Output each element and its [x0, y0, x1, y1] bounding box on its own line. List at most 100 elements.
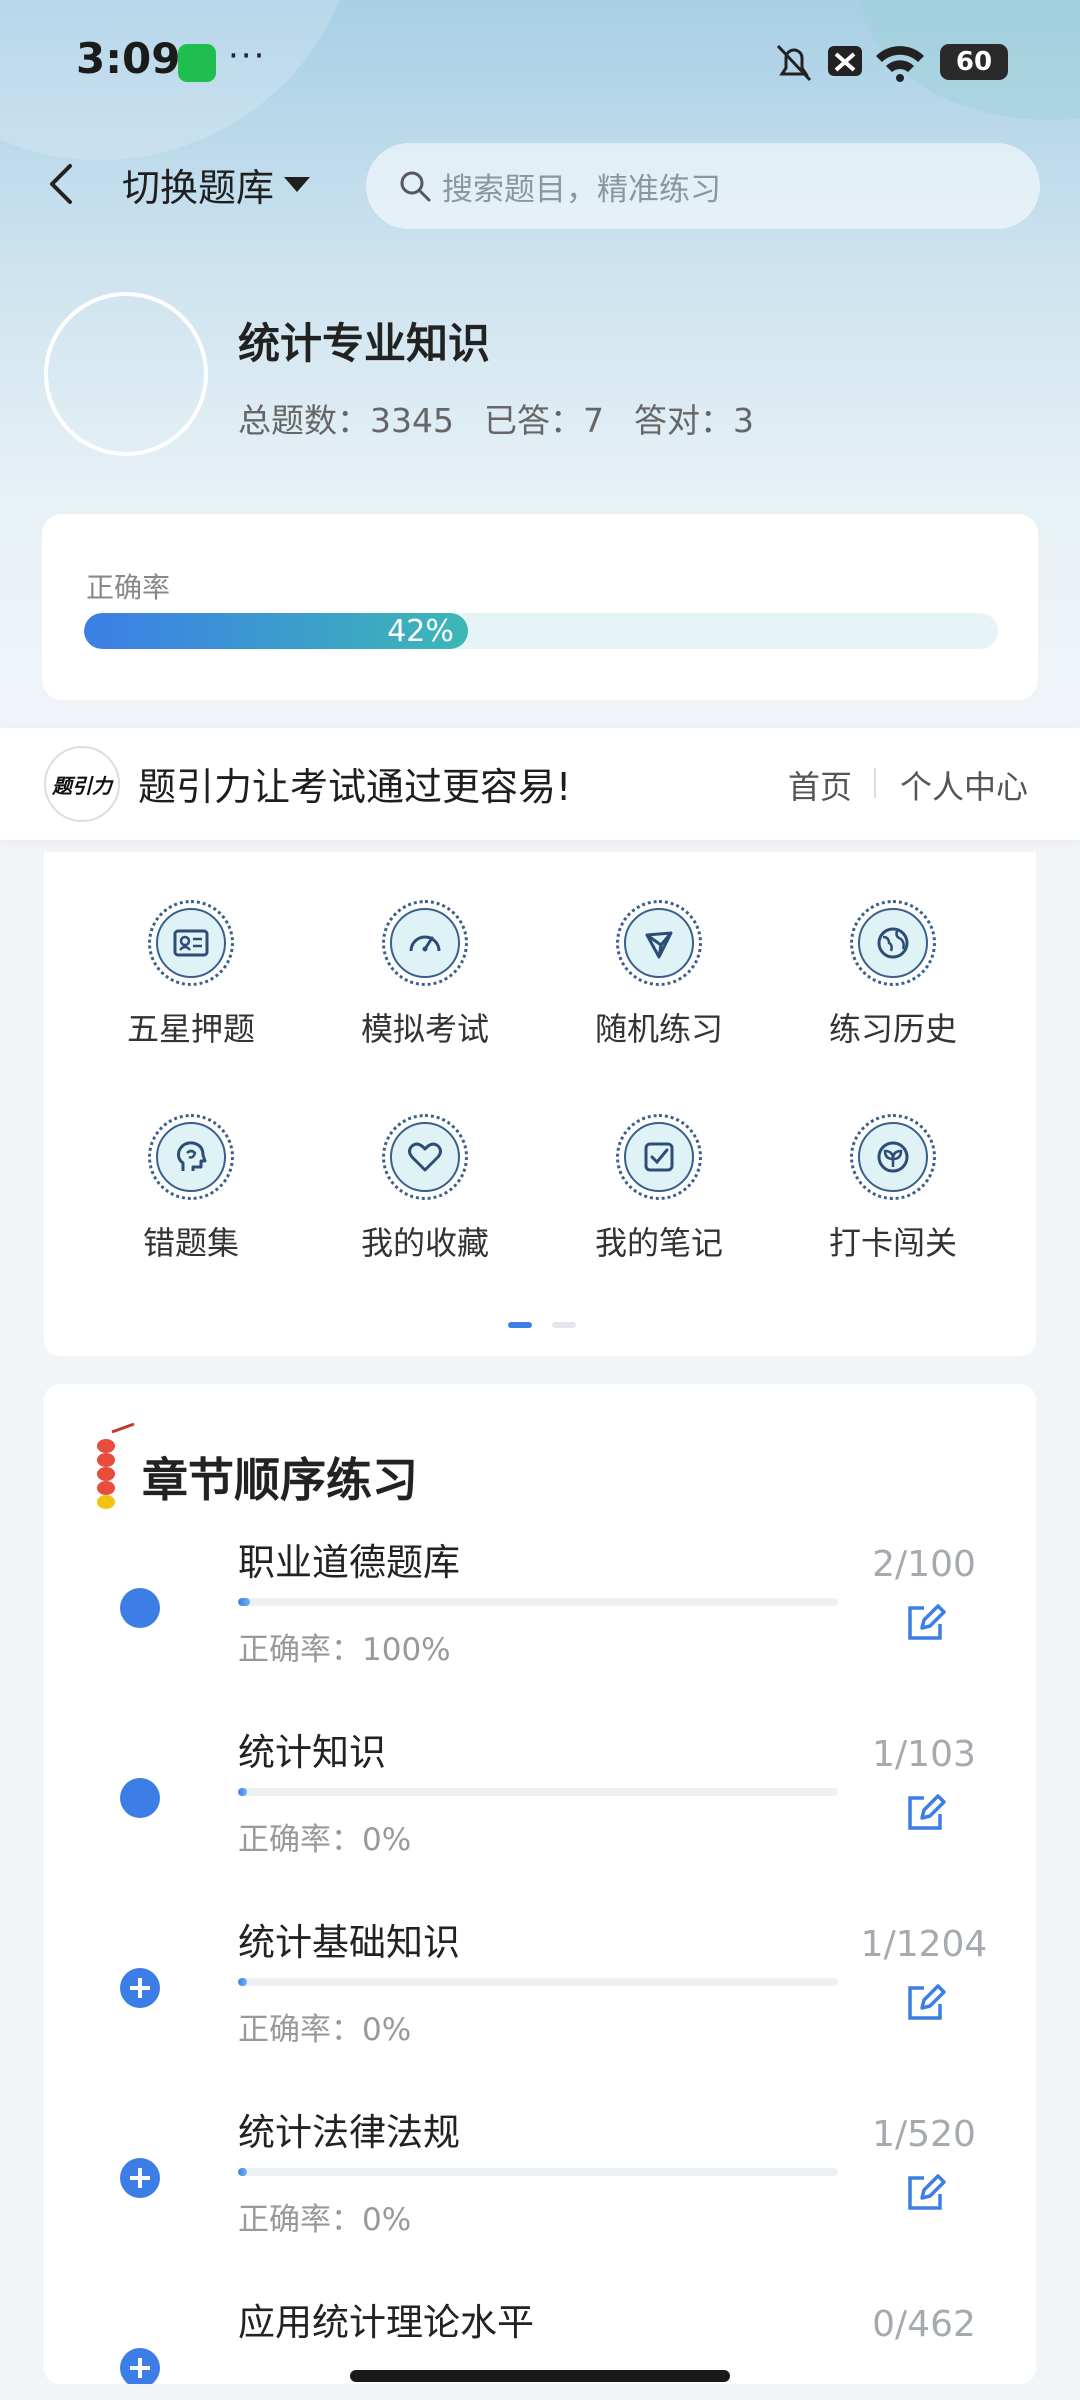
feature-grid: 五星押题 模拟考试 随机练习 练习历史 错题集 我的收藏 我的笔记 打卡闯关 — [44, 852, 1036, 1356]
grid-item-checkin[interactable]: 打卡闯关 — [788, 1114, 998, 1264]
firecracker-icon — [97, 1422, 135, 1509]
brand-logo-text: 题引力 — [52, 773, 112, 798]
chapter-count: 1/1204 — [860, 1924, 988, 1965]
search-input[interactable]: 搜索题目，精准练习 — [366, 143, 1040, 229]
wifi-icon — [876, 46, 924, 82]
caret-down-icon — [284, 176, 311, 192]
chapter-accuracy: 正确率：0% — [238, 2202, 412, 2238]
brain-icon — [156, 1122, 226, 1192]
back-icon[interactable] — [40, 158, 84, 210]
brand-slogan: 题引力让考试通过更容易! — [138, 765, 572, 809]
expand-plus-icon[interactable] — [120, 1968, 160, 2008]
grid-item-mock-exam[interactable]: 模拟考试 — [320, 900, 530, 1050]
answered-count: 已答：7 — [483, 401, 604, 440]
grid-item-label: 模拟考试 — [360, 1010, 489, 1048]
grid-item-history[interactable]: 练习历史 — [788, 900, 998, 1050]
avatar[interactable] — [44, 292, 208, 456]
brain-icon-ring — [148, 1114, 234, 1200]
nav-home-link[interactable]: 首页 — [788, 762, 852, 808]
sprout-icon — [858, 1122, 928, 1192]
chapter-practice-section: 章节顺序练习 职业道德题库 正确率：100% 2/100 统计知识 正确率：0%… — [44, 1384, 1036, 2384]
heart-icon — [390, 1122, 460, 1192]
grid-item-favorites[interactable]: 我的收藏 — [320, 1114, 530, 1264]
bank-title: 统计专业知识 — [238, 319, 491, 368]
edit-icon[interactable] — [902, 1980, 948, 2026]
globe-icon-ring — [850, 900, 936, 986]
chapter-accuracy: 正确率：100% — [238, 1632, 451, 1668]
chapter-count: 0/462 — [872, 2304, 976, 2345]
id-card-icon — [156, 908, 226, 978]
network-icon-ring — [616, 900, 702, 986]
accuracy-value: 42% — [387, 613, 454, 649]
grid-item-label: 我的笔记 — [594, 1224, 723, 1262]
chapter-progress-bar — [238, 1598, 838, 1606]
grid-item-random-practice[interactable]: 随机练习 — [554, 900, 764, 1050]
edit-icon[interactable] — [902, 1600, 948, 1646]
chapter-progress-fill — [238, 1978, 247, 1986]
grid-item-wrong-questions[interactable]: 错题集 — [86, 1114, 296, 1264]
bank-stats: 总题数：3345 已答：7 答对：3 — [238, 394, 754, 442]
more-notifications-icon: ··· — [228, 36, 267, 76]
chapter-name: 职业道德题库 — [238, 1541, 460, 1584]
brand-banner: 题引力 题引力让考试通过更容易! 首页 个人中心 — [0, 728, 1080, 840]
chapter-row[interactable]: 统计法律法规 正确率：0% 1/520 — [44, 2102, 1036, 2292]
grid-item-notes[interactable]: 我的笔记 — [554, 1114, 764, 1264]
speedometer-icon — [390, 908, 460, 978]
switch-bank-label: 切换题库 — [122, 165, 275, 210]
chapter-accuracy: 正确率：0% — [238, 2012, 412, 2048]
accuracy-progress-fill: 42% — [84, 613, 468, 649]
chapter-progress-bar — [238, 1978, 838, 1986]
id-card-icon-ring — [148, 900, 234, 986]
page-indicator — [552, 1322, 576, 1328]
wechat-icon — [178, 44, 216, 82]
accuracy-card: 正确率 42% — [42, 514, 1038, 700]
grid-item-label: 我的收藏 — [360, 1224, 489, 1262]
bell-muted-icon — [776, 44, 812, 82]
note-check-icon-ring — [616, 1114, 702, 1200]
note-check-icon — [624, 1122, 694, 1192]
status-time: 3:09 — [76, 34, 181, 83]
chapter-count: 1/520 — [872, 2114, 976, 2155]
home-indicator[interactable] — [350, 2370, 730, 2382]
chapter-progress-fill — [238, 1788, 247, 1796]
network-icon — [624, 908, 694, 978]
sprout-icon-ring — [850, 1114, 936, 1200]
chapter-progress-bar — [238, 2168, 838, 2176]
chapter-progress-fill — [238, 2168, 247, 2176]
search-placeholder: 搜索题目，精准练习 — [442, 171, 721, 208]
chapter-progress-bar — [238, 1788, 838, 1796]
chapter-name: 统计基础知识 — [238, 1921, 460, 1964]
switch-bank-button[interactable]: 切换题库 — [122, 158, 311, 210]
edit-icon[interactable] — [902, 1790, 948, 1836]
grid-item-label: 练习历史 — [828, 1010, 957, 1048]
nav-divider — [874, 768, 876, 798]
accuracy-progress-bar: 42% — [84, 613, 998, 649]
page-indicator-active — [508, 1322, 532, 1328]
chapter-name: 统计知识 — [238, 1731, 386, 1774]
grid-item-label: 随机练习 — [594, 1010, 723, 1048]
chapter-row[interactable]: 统计基础知识 正确率：0% 1/1204 — [44, 1912, 1036, 2102]
chapter-row[interactable]: 统计知识 正确率：0% 1/103 — [44, 1722, 1036, 1912]
chapter-progress-fill — [238, 1598, 250, 1606]
nav-user-center-link[interactable]: 个人中心 — [900, 762, 1028, 808]
heart-icon-ring — [382, 1114, 468, 1200]
grid-item-label: 错题集 — [142, 1224, 239, 1262]
correct-count: 答对：3 — [633, 401, 754, 440]
grid-item-five-star[interactable]: 五星押题 — [86, 900, 296, 1050]
chapter-count: 1/103 — [872, 1734, 976, 1775]
chapter-name: 统计法律法规 — [238, 2111, 460, 2154]
section-title: 章节顺序练习 — [142, 1453, 418, 1507]
chapter-dot-icon — [120, 1588, 160, 1628]
accuracy-label: 正确率 — [86, 571, 171, 604]
chapter-dot-icon — [120, 1778, 160, 1818]
speedometer-icon-ring — [382, 900, 468, 986]
grid-item-label: 五星押题 — [126, 1010, 255, 1048]
battery-indicator: 60 — [940, 44, 1008, 80]
expand-plus-icon[interactable] — [120, 2158, 160, 2198]
search-icon — [400, 171, 431, 202]
grid-item-label: 打卡闯关 — [828, 1224, 957, 1262]
chapter-row[interactable]: 职业道德题库 正确率：100% 2/100 — [44, 1532, 1036, 1722]
edit-icon[interactable] — [902, 2170, 948, 2216]
expand-plus-icon[interactable] — [120, 2348, 160, 2384]
chapter-name: 应用统计理论水平 — [238, 2301, 534, 2344]
